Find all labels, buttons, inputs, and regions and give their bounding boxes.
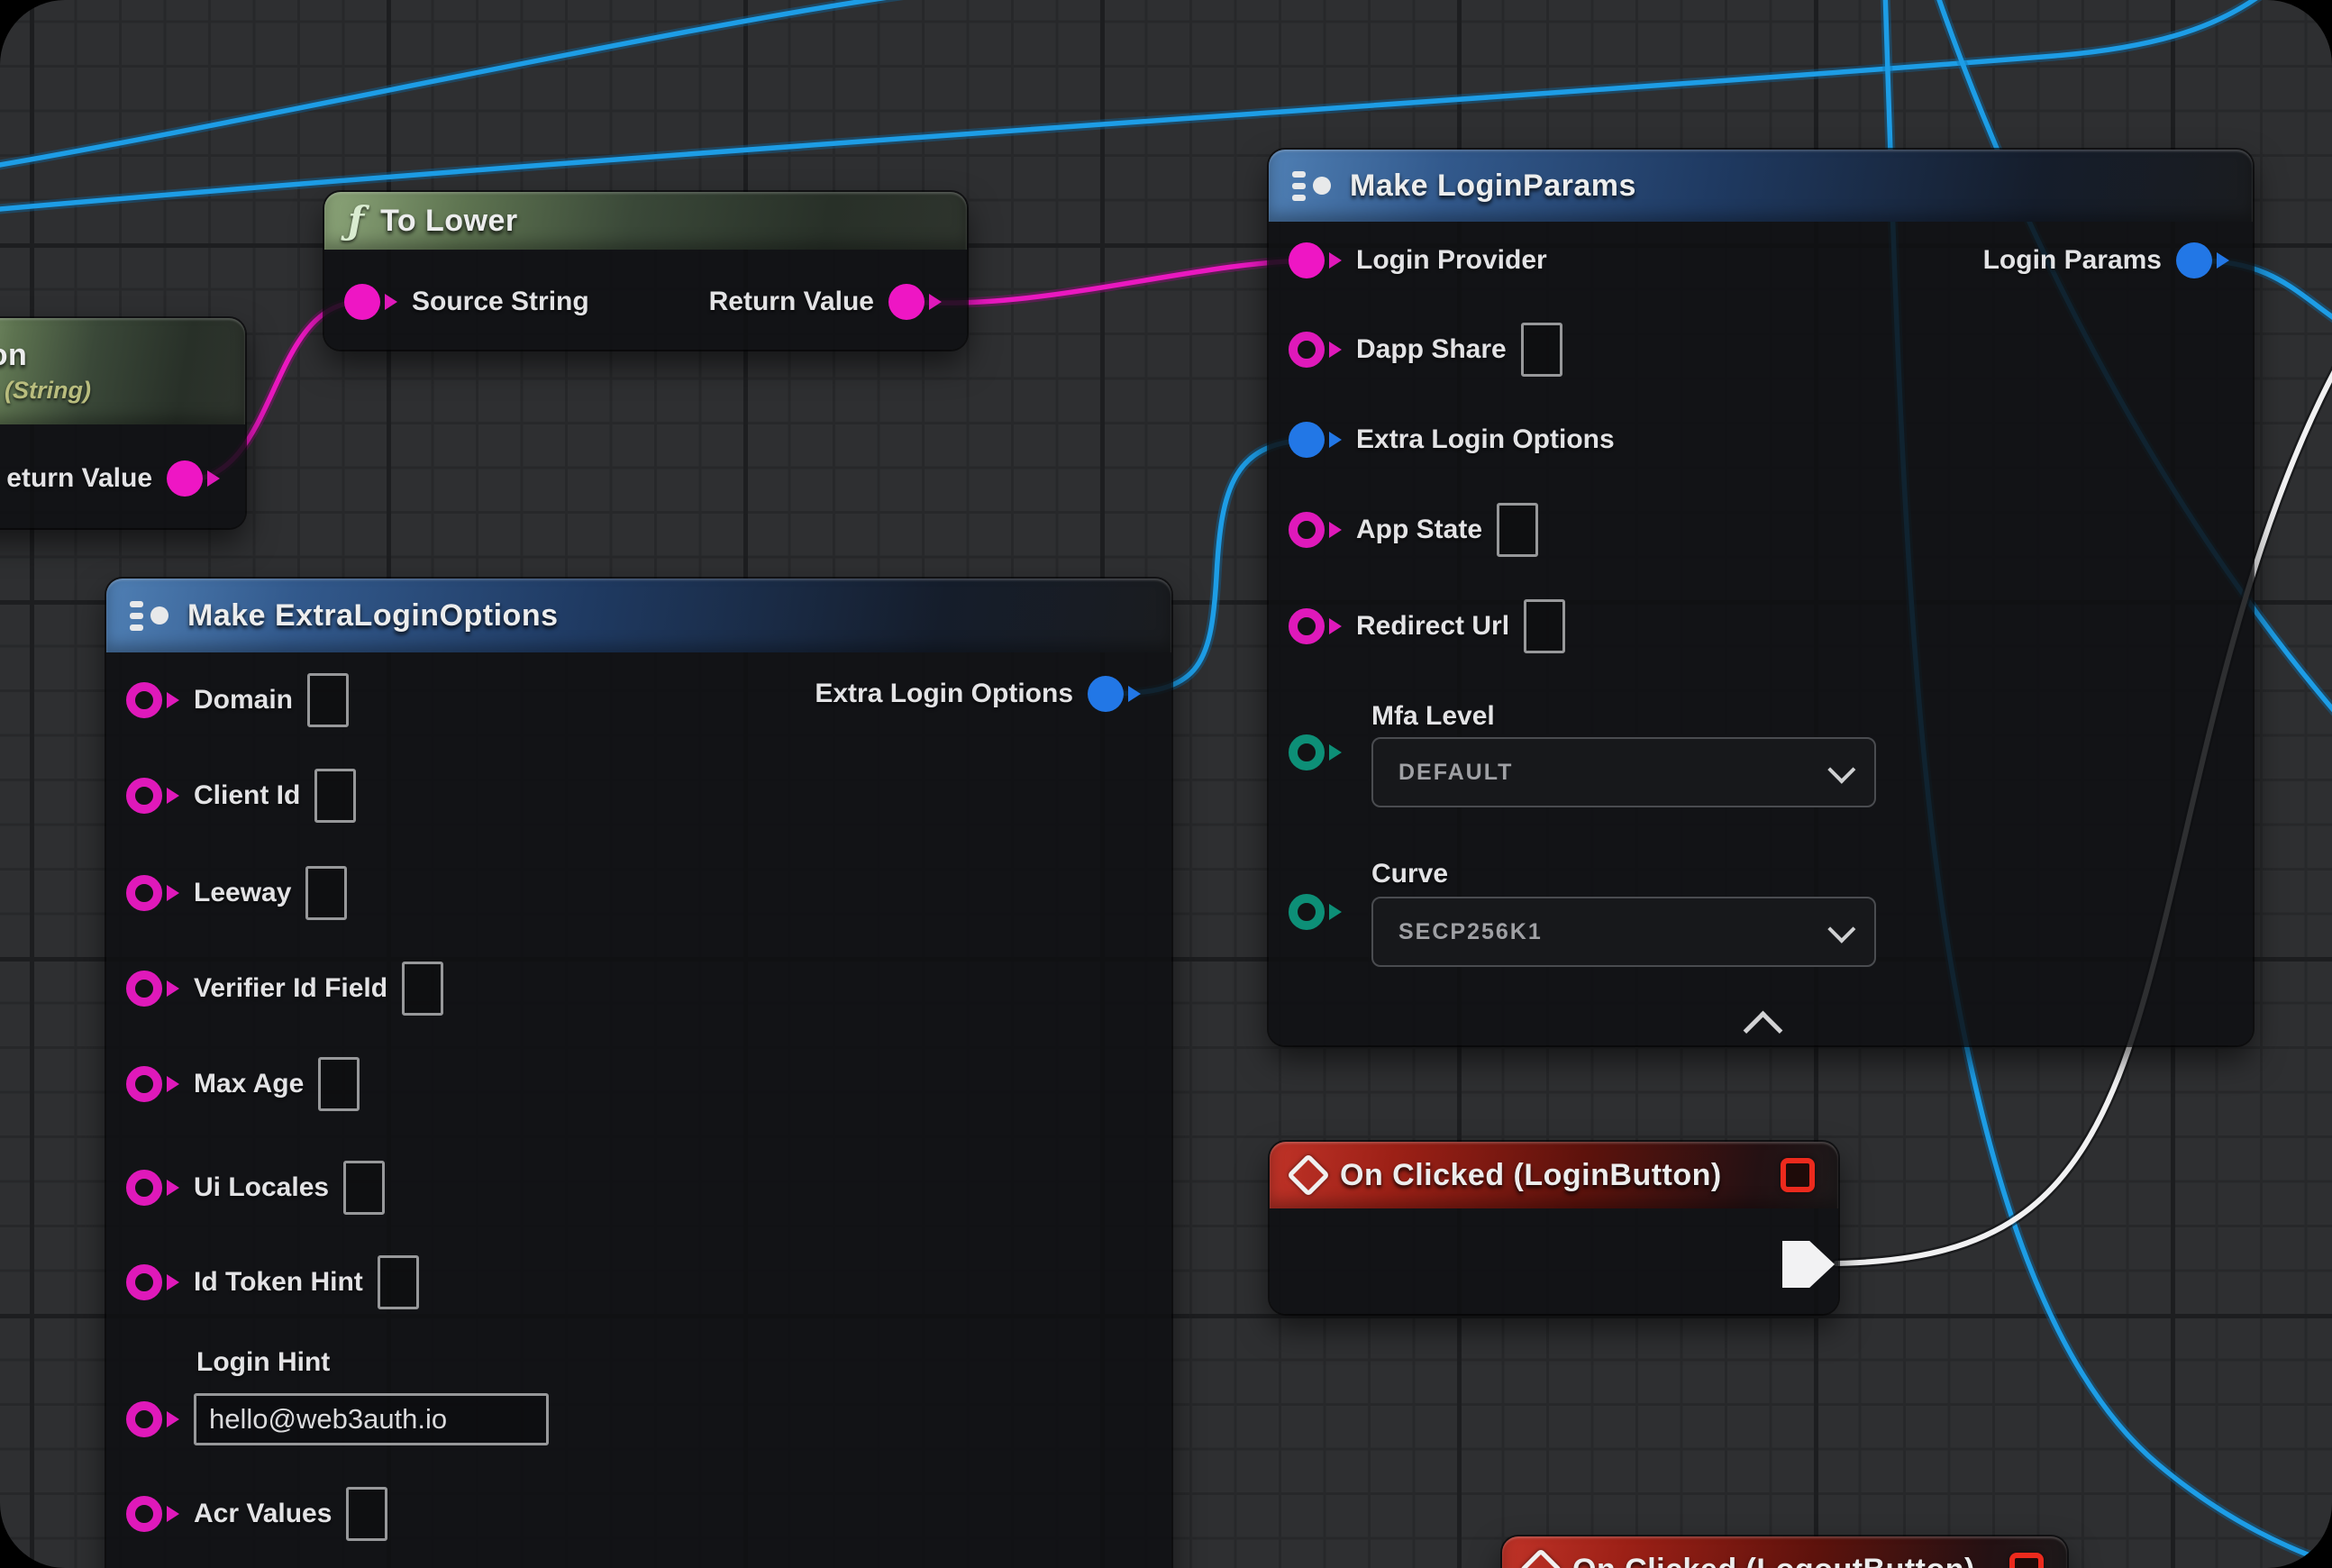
node-make-extra-header[interactable]: Make ExtraLoginOptions	[106, 579, 1171, 652]
node-on-clicked-logout-header[interactable]: On Clicked (LogoutButton)	[1502, 1536, 2067, 1568]
node-title: On Clicked (LoginButton)	[1340, 1158, 1722, 1193]
leeway-field[interactable]	[305, 866, 347, 920]
curve-pin[interactable]	[1289, 894, 1342, 930]
node-subtitle-fragment: ox (String)	[0, 377, 91, 405]
redirect-url-field[interactable]	[1524, 599, 1565, 653]
leeway-pin[interactable]	[126, 875, 179, 911]
source-string-pin[interactable]	[344, 284, 397, 320]
mfa-level-dropdown[interactable]: DEFAULT	[1371, 737, 1876, 807]
chevron-down-icon	[1827, 916, 1855, 944]
client-id-field[interactable]	[314, 769, 356, 823]
login-provider-label: Login Provider	[1356, 245, 1547, 276]
verifier-id-field-pin[interactable]	[126, 971, 179, 1007]
node-to-lower[interactable]: ƒ To Lower Source String Return Value	[324, 192, 967, 350]
ui-locales-label: Ui Locales	[194, 1172, 329, 1203]
login-hint-label: Login Hint	[196, 1347, 330, 1378]
login-provider-pin[interactable]	[1289, 242, 1342, 278]
ui-locales-field[interactable]	[343, 1161, 385, 1215]
mfa-level-pin[interactable]	[1289, 734, 1342, 770]
event-diamond-icon	[1287, 1153, 1330, 1197]
node-title: Make LoginParams	[1350, 169, 1636, 204]
node-on-clicked-login-button[interactable]: On Clicked (LoginButton)	[1270, 1142, 1838, 1314]
id-token-hint-field[interactable]	[378, 1255, 419, 1309]
make-struct-icon	[1292, 168, 1334, 204]
domain-field[interactable]	[307, 673, 349, 727]
leeway-label: Leeway	[194, 878, 291, 908]
max-age-field[interactable]	[318, 1057, 360, 1111]
curve-dropdown[interactable]: SECP256K1	[1371, 897, 1876, 967]
wire-blue-top-steep[interactable]	[0, 0, 948, 167]
chevron-down-icon	[1827, 756, 1855, 784]
domain-label: Domain	[194, 685, 293, 716]
node-title: On Clicked (LogoutButton)	[1572, 1553, 1975, 1568]
login-hint-input[interactable]: hello@web3auth.io	[194, 1393, 549, 1445]
app-state-pin[interactable]	[1289, 512, 1342, 548]
dapp-share-field[interactable]	[1521, 323, 1562, 377]
client-id-pin[interactable]	[126, 778, 179, 814]
return-value-pin[interactable]	[888, 284, 942, 320]
node-make-login-params[interactable]: Make LoginParams Login Params Login Prov…	[1269, 150, 2253, 1045]
domain-pin[interactable]	[126, 682, 179, 718]
login-hint-pin[interactable]	[126, 1401, 179, 1437]
extra-login-options-out-pin[interactable]	[1088, 676, 1141, 712]
curve-label: Curve	[1371, 859, 1448, 889]
ui-locales-pin[interactable]	[126, 1170, 179, 1206]
blueprint-graph-canvas[interactable]: tion ox (String) eturn Value ƒ To Lower …	[0, 0, 2332, 1568]
verifier-id-field-field[interactable]	[402, 962, 443, 1016]
mfa-level-label: Mfa Level	[1371, 701, 1495, 732]
id-token-hint-pin[interactable]	[126, 1264, 179, 1300]
id-token-hint-label: Id Token Hint	[194, 1267, 363, 1298]
node-to-lower-header[interactable]: ƒ To Lower	[324, 192, 967, 250]
function-icon: ƒ	[348, 202, 364, 240]
login-params-out-pin[interactable]	[2176, 242, 2229, 278]
mfa-level-value: DEFAULT	[1398, 760, 1513, 786]
extra-login-options-in-pin[interactable]	[1289, 422, 1342, 458]
event-diamond-icon	[1519, 1548, 1562, 1568]
redirect-url-pin[interactable]	[1289, 608, 1342, 644]
redirect-url-label: Redirect Url	[1356, 611, 1509, 642]
dapp-share-label: Dapp Share	[1356, 334, 1507, 365]
node-title-fragment: tion	[0, 338, 27, 373]
max-age-pin[interactable]	[126, 1066, 179, 1102]
node-partial-function[interactable]: tion ox (String) eturn Value	[0, 318, 245, 528]
node-on-clicked-login-header[interactable]: On Clicked (LoginButton)	[1270, 1142, 1838, 1208]
node-title: Make ExtraLoginOptions	[187, 598, 559, 634]
node-title: To Lower	[380, 204, 518, 239]
return-value-pin[interactable]	[167, 460, 220, 497]
extra-login-options-out-label: Extra Login Options	[815, 679, 1073, 709]
app-state-field[interactable]	[1497, 503, 1538, 557]
source-string-label: Source String	[412, 287, 589, 317]
collapse-advanced-pins-chevron[interactable]	[1744, 1011, 1783, 1051]
verifier-id-field-label: Verifier Id Field	[194, 973, 387, 1004]
delegate-output-pin[interactable]	[2009, 1553, 2044, 1568]
node-make-extra-login-options[interactable]: Make ExtraLoginOptions Extra Login Optio…	[106, 579, 1171, 1568]
exec-output-pin[interactable]	[1782, 1241, 1835, 1288]
client-id-label: Client Id	[194, 780, 300, 811]
node-make-login-header[interactable]: Make LoginParams	[1269, 150, 2253, 222]
app-state-label: App State	[1356, 515, 1482, 545]
delegate-output-pin[interactable]	[1781, 1158, 1815, 1192]
return-value-label: Return Value	[709, 287, 874, 317]
node-on-clicked-logout-button[interactable]: On Clicked (LogoutButton)	[1502, 1536, 2067, 1568]
dapp-share-pin[interactable]	[1289, 332, 1342, 368]
make-struct-icon	[130, 597, 171, 634]
curve-value: SECP256K1	[1398, 919, 1543, 945]
acr-values-label: Acr Values	[194, 1499, 332, 1529]
extra-login-options-in-label: Extra Login Options	[1356, 424, 1615, 455]
return-value-label: eturn Value	[6, 463, 152, 494]
acr-values-field[interactable]	[346, 1487, 387, 1541]
acr-values-pin[interactable]	[126, 1496, 179, 1532]
wire-pink-tolower-to-loginprovider[interactable]	[913, 260, 1316, 303]
login-params-out-label: Login Params	[1983, 245, 2162, 276]
max-age-label: Max Age	[194, 1069, 304, 1099]
node-partial-function-header[interactable]: tion ox (String)	[0, 318, 245, 424]
